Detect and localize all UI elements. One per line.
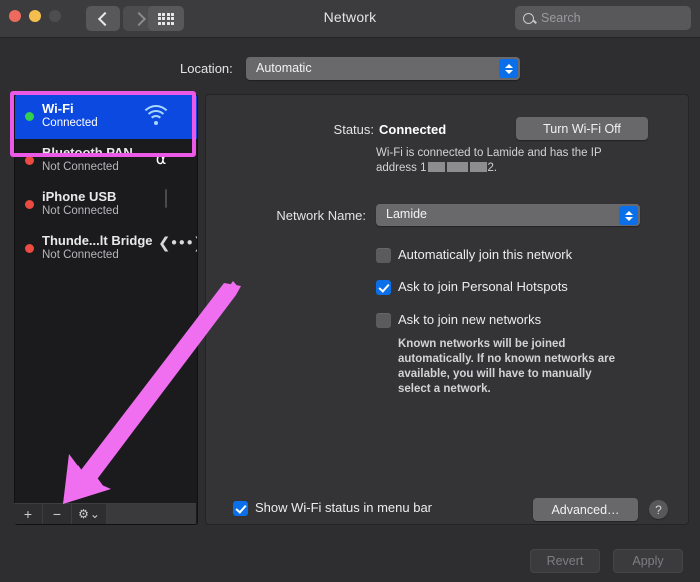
checkbox-box — [376, 248, 391, 263]
service-status: Connected — [42, 117, 98, 129]
checkbox-box — [376, 280, 391, 295]
status-description: Wi-Fi is connected to Lamide and has the… — [376, 146, 646, 176]
thunderbolt-bridge-icon: ❮•••❯ — [158, 234, 197, 252]
sidebar-item-wifi[interactable]: Wi-Fi Connected — [15, 95, 197, 139]
title-bar: Network Search — [0, 0, 700, 38]
service-name: Bluetooth PAN — [42, 145, 133, 160]
sidebar-item-iphone-usb[interactable]: iPhone USB Not Connected — [15, 183, 197, 227]
search-icon — [523, 12, 534, 24]
revert-button[interactable]: Revert — [530, 549, 600, 573]
sidebar-item-thunderbolt-bridge[interactable]: Thunde...lt Bridge Not Connected ❮•••❯ — [15, 227, 197, 271]
location-value: Automatic — [256, 61, 312, 75]
status-dot — [25, 156, 34, 165]
checkbox-box — [233, 501, 248, 516]
chevron-down-icon: ⌄ — [89, 507, 100, 521]
services-list[interactable]: Wi-Fi Connected Bluetooth PAN Not Connec… — [14, 94, 198, 525]
iphone-icon — [156, 189, 188, 220]
sidebar-item-bluetooth-pan[interactable]: Bluetooth PAN Not Connected ⍺ — [15, 139, 197, 183]
redacted-ip-block — [446, 161, 468, 172]
checkbox-label: Automatically join this network — [398, 247, 573, 262]
service-name: Thunde...lt Bridge — [42, 233, 153, 248]
network-preferences-window: Network Search Location: Automatic Wi-Fi… — [0, 0, 700, 582]
chevron-updown-icon — [619, 206, 638, 225]
status-description-line2-post: 2. — [487, 162, 498, 174]
apply-button[interactable]: Apply — [613, 549, 683, 573]
services-toolbar: + − ⚙ ⌄ — [14, 503, 196, 524]
checkbox-box — [376, 313, 391, 328]
action-menu-button[interactable]: ⚙ ⌄ — [72, 504, 107, 524]
remove-service-button[interactable]: − — [43, 504, 72, 524]
network-name-value: Lamide — [386, 207, 427, 221]
service-status: Not Connected — [42, 205, 119, 217]
status-dot — [25, 244, 34, 253]
network-name-label: Network Name: — [276, 208, 366, 223]
networks-help-text: Known networks will be joined automatica… — [398, 338, 616, 395]
network-name-dropdown[interactable]: Lamide — [376, 204, 640, 226]
status-dot — [25, 200, 34, 209]
wifi-settings-panel: Status: Connected Turn Wi-Fi Off Wi-Fi i… — [205, 94, 689, 525]
toolbar-filler — [107, 504, 196, 524]
turn-wifi-off-button[interactable]: Turn Wi-Fi Off — [516, 117, 648, 140]
advanced-button[interactable]: Advanced… — [533, 498, 638, 521]
gear-icon: ⚙ — [78, 507, 89, 521]
search-field[interactable]: Search — [515, 6, 691, 30]
service-status: Not Connected — [42, 249, 119, 261]
redacted-ip-block — [427, 161, 445, 172]
service-status: Not Connected — [42, 161, 119, 173]
help-button[interactable]: ? — [649, 500, 668, 519]
status-description-line1: Wi-Fi is connected to Lamide and has the… — [376, 147, 602, 159]
wifi-icon — [140, 102, 188, 132]
status-dot — [25, 112, 34, 121]
checkbox-label: Ask to join Personal Hotspots — [398, 279, 568, 294]
bluetooth-icon: ⍺ — [155, 149, 167, 168]
status-value: Connected — [379, 122, 447, 137]
redacted-ip-block — [469, 161, 487, 172]
service-name: iPhone USB — [42, 189, 117, 204]
checkbox-label: Show Wi-Fi status in menu bar — [255, 500, 433, 515]
add-service-button[interactable]: + — [14, 504, 43, 524]
location-label: Location: — [180, 61, 233, 76]
status-label: Status: — [333, 122, 374, 137]
location-row: Location: Automatic — [0, 57, 700, 83]
location-dropdown[interactable]: Automatic — [246, 57, 520, 80]
search-placeholder: Search — [541, 11, 581, 25]
checkbox-label: Ask to join new networks — [398, 312, 542, 327]
chevron-updown-icon — [499, 59, 518, 78]
status-description-line2-pre: address 1 — [376, 162, 427, 174]
service-name: Wi-Fi — [42, 101, 74, 116]
